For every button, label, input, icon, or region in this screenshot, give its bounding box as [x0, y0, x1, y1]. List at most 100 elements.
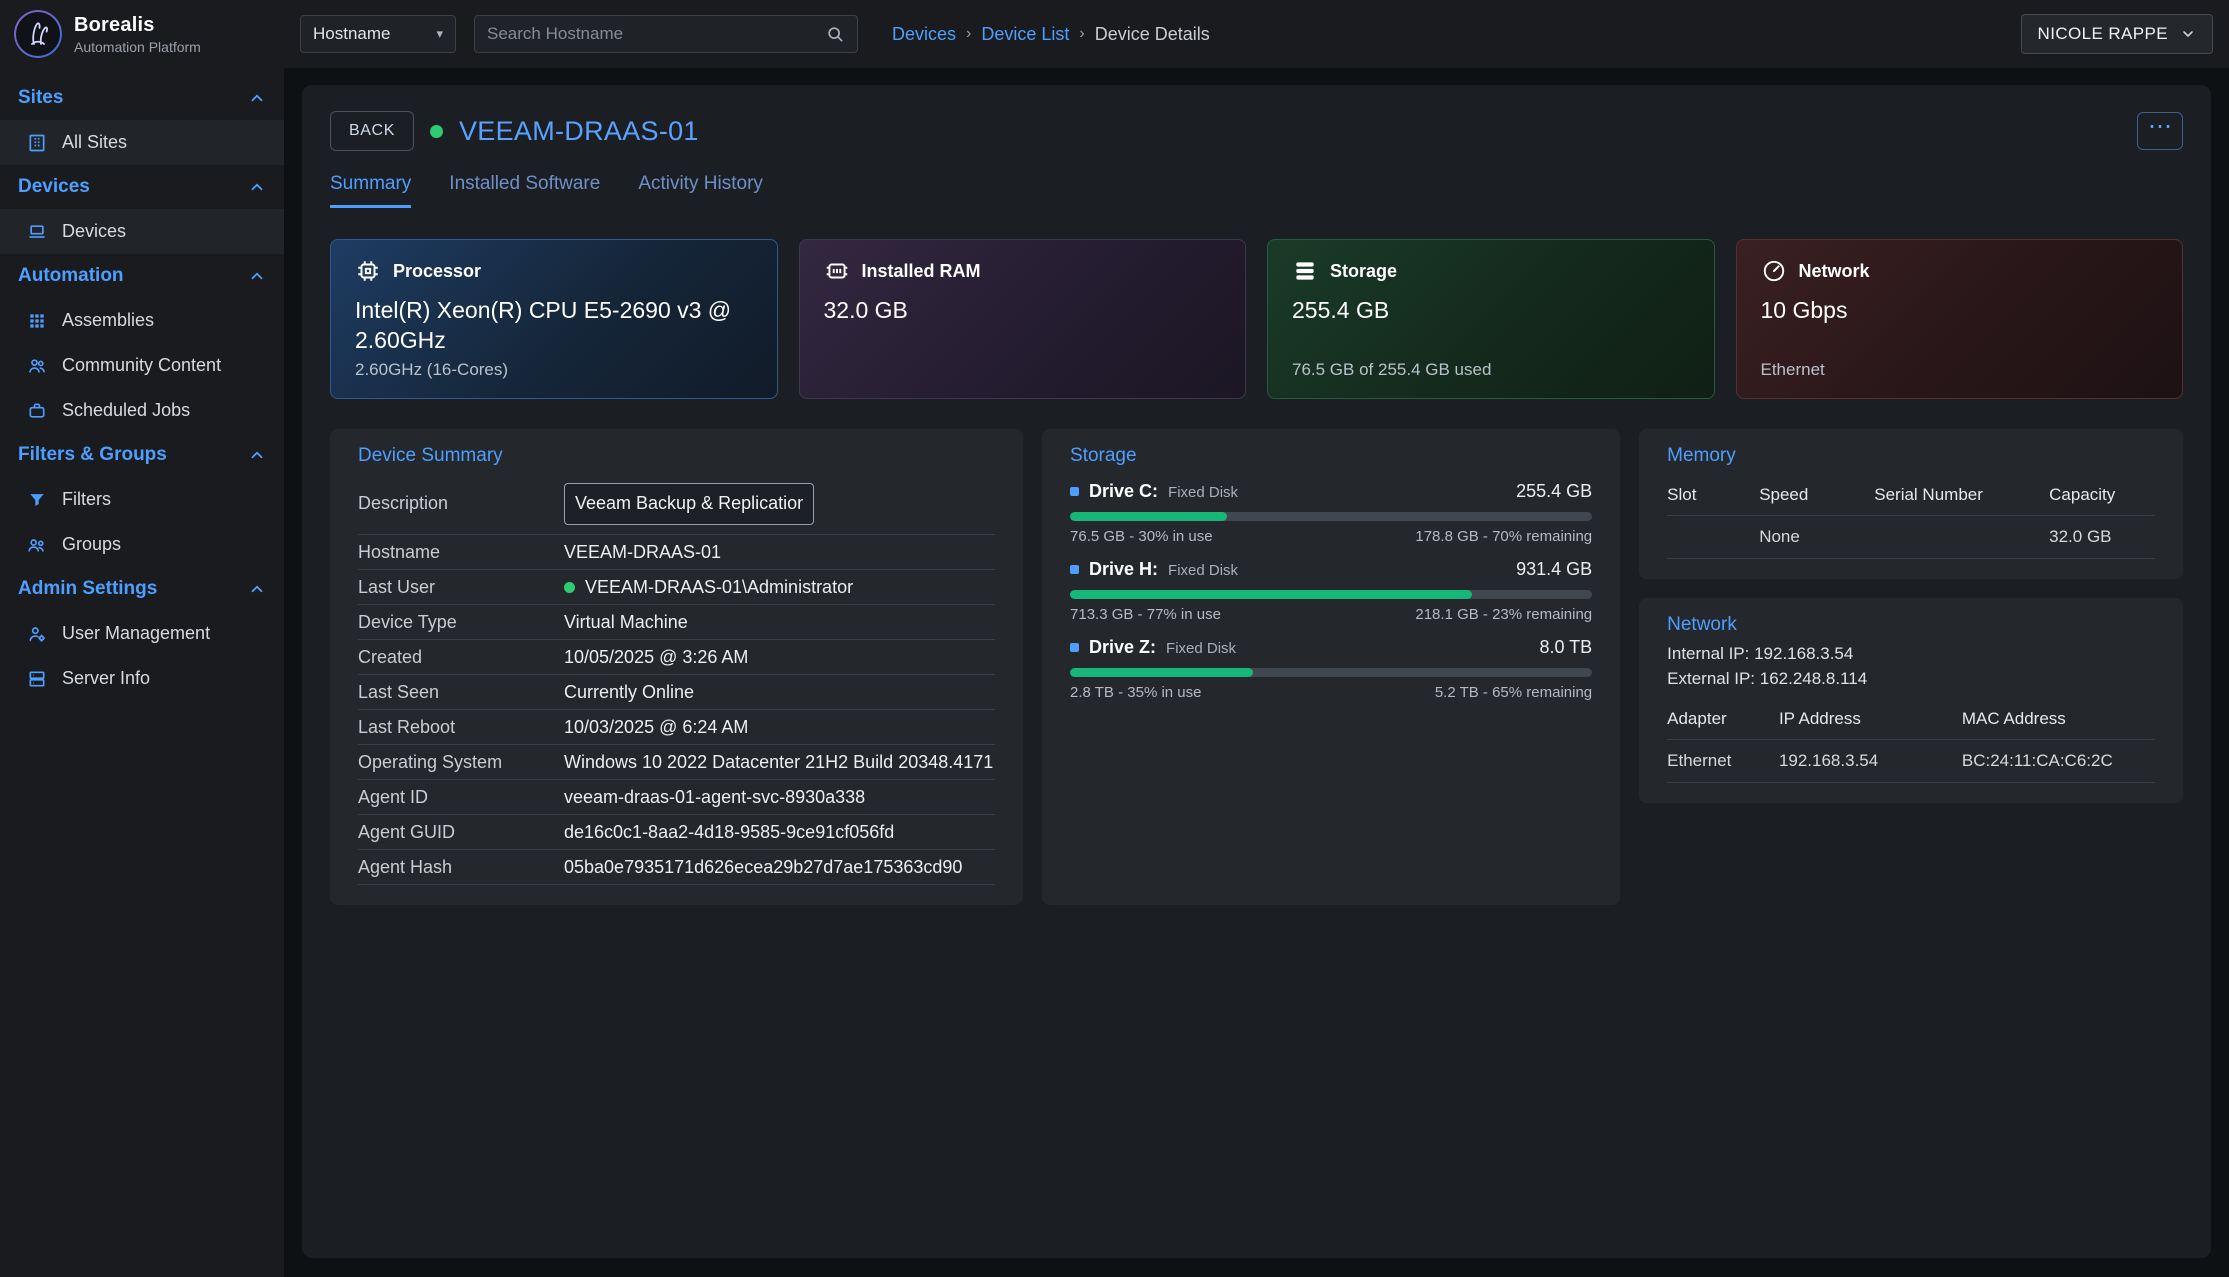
- summary-row-last-seen: Last Seen Currently Online: [358, 675, 995, 710]
- row-label: Hostname: [358, 542, 564, 563]
- row-label: Description: [358, 493, 564, 514]
- storage-panel: Storage Drive C: Fixed Disk 255.4 GB 76.…: [1042, 429, 1620, 905]
- table-cell: 192.168.3.54: [1779, 740, 1962, 783]
- user-gear-icon: [26, 624, 48, 644]
- stat-footer: 2.60GHz (16-Cores): [355, 360, 753, 380]
- detail-panels: Device Summary Description Hostname VEEA…: [330, 429, 2183, 905]
- column-header: Speed: [1759, 477, 1874, 516]
- tab-bar: Summary Installed Software Activity Hist…: [330, 173, 2183, 209]
- groups-icon: [26, 535, 48, 555]
- section-label: Devices: [18, 176, 90, 198]
- sidebar-item-label: Assemblies: [62, 310, 154, 331]
- grid-icon: [26, 311, 48, 331]
- drive-size: 931.4 GB: [1516, 559, 1592, 580]
- sidebar-item-groups[interactable]: Groups: [0, 522, 284, 567]
- briefcase-icon: [26, 401, 48, 421]
- row-value: 10/05/2025 @ 3:26 AM: [564, 647, 748, 668]
- drive-usage-bar: [1070, 668, 1592, 677]
- stat-footer: Ethernet: [1761, 360, 2159, 380]
- search-input[interactable]: [487, 24, 825, 44]
- stat-value: 32.0 GB: [824, 296, 1204, 326]
- drive-usage-bar: [1070, 590, 1592, 599]
- drive-usage-fill: [1070, 590, 1472, 599]
- stat-value: Intel(R) Xeon(R) CPU E5-2690 v3 @ 2.60GH…: [355, 296, 735, 356]
- more-options-button[interactable]: ⋯: [2137, 112, 2183, 150]
- stat-value: 255.4 GB: [1292, 296, 1672, 326]
- sidebar-item-label: Scheduled Jobs: [62, 400, 190, 421]
- sidebar-item-server-info[interactable]: Server Info: [0, 656, 284, 701]
- sidebar-section-admin-settings[interactable]: Admin Settings: [0, 567, 284, 611]
- device-details-container: BACK VEEAM-DRAAS-01 ⋯ Summary Installed …: [302, 85, 2211, 1258]
- user-name: NICOLE RAPPE: [2038, 24, 2168, 44]
- gauge-icon: [1761, 258, 1787, 284]
- people-icon: [26, 356, 48, 376]
- panel-title: Storage: [1070, 445, 1592, 467]
- storage-icon: [1292, 258, 1318, 284]
- row-value: VEEAM-DRAAS-01: [564, 542, 721, 563]
- drive-type: Fixed Disk: [1168, 562, 1238, 579]
- sidebar-section-filters-groups[interactable]: Filters & Groups: [0, 433, 284, 477]
- row-value: Windows 10 2022 Datacenter 21H2 Build 20…: [564, 752, 993, 773]
- breadcrumb-separator: ›: [1079, 25, 1084, 43]
- chevron-up-icon: [248, 446, 266, 464]
- sidebar-section-devices[interactable]: Devices: [0, 165, 284, 209]
- description-input[interactable]: [564, 483, 814, 525]
- breadcrumb: Devices › Device List › Device Details: [892, 24, 1210, 45]
- chevron-up-icon: [248, 89, 266, 107]
- sidebar-section-automation[interactable]: Automation: [0, 254, 284, 298]
- sidebar-item-assemblies[interactable]: Assemblies: [0, 298, 284, 343]
- content: BACK VEEAM-DRAAS-01 ⋯ Summary Installed …: [284, 68, 2229, 1277]
- tab-activity-history[interactable]: Activity History: [638, 173, 763, 208]
- breadcrumb-device-list[interactable]: Device List: [981, 24, 1069, 45]
- tab-installed-software[interactable]: Installed Software: [449, 173, 600, 208]
- funnel-icon: [26, 490, 48, 510]
- sidebar-item-filters[interactable]: Filters: [0, 477, 284, 522]
- drive-usage-fill: [1070, 512, 1227, 521]
- sidebar-item-scheduled-jobs[interactable]: Scheduled Jobs: [0, 388, 284, 433]
- summary-row-last-reboot: Last Reboot 10/03/2025 @ 6:24 AM: [358, 710, 995, 745]
- network-table: Adapter IP Address MAC Address Ethernet …: [1667, 701, 2155, 783]
- cpu-icon: [355, 258, 381, 284]
- breadcrumb-devices[interactable]: Devices: [892, 24, 956, 45]
- row-label: Operating System: [358, 752, 564, 773]
- sidebar-section-sites[interactable]: Sites: [0, 76, 284, 120]
- column-header: Adapter: [1667, 701, 1779, 740]
- drive-size: 8.0 TB: [1539, 637, 1592, 658]
- sidebar-item-user-management[interactable]: User Management: [0, 611, 284, 656]
- panel-title: Memory: [1667, 445, 2155, 467]
- chevron-up-icon: [248, 267, 266, 285]
- summary-row-agent-id: Agent ID veeam-draas-01-agent-svc-8930a3…: [358, 780, 995, 815]
- row-value: VEEAM-DRAAS-01\Administrator: [585, 577, 853, 598]
- sidebar-item-all-sites[interactable]: All Sites: [0, 120, 284, 165]
- topbar: Hostname ▾ Devices › Device List › Devic…: [284, 0, 2229, 68]
- stat-title: Network: [1799, 261, 1870, 282]
- column-header: IP Address: [1779, 701, 1962, 740]
- internal-ip: Internal IP: 192.168.3.54: [1667, 642, 2155, 667]
- row-label: Created: [358, 647, 564, 668]
- column-header: Capacity: [2049, 477, 2155, 516]
- stat-value: 10 Gbps: [1761, 296, 2141, 326]
- drive-size: 255.4 GB: [1516, 481, 1592, 502]
- panel-title: Device Summary: [358, 445, 995, 467]
- drive-row-c: Drive C: Fixed Disk 255.4 GB 76.5 GB - 3…: [1070, 481, 1592, 545]
- chevron-up-icon: [248, 178, 266, 196]
- memory-panel: Memory Slot Speed Serial Number Capacity…: [1639, 429, 2183, 579]
- app-root: Borealis Automation Platform Sites All S…: [0, 0, 2229, 1277]
- drive-bullet-icon: [1070, 565, 1079, 574]
- page-title: VEEAM-DRAAS-01: [459, 116, 699, 147]
- row-label: Agent GUID: [358, 822, 564, 843]
- brand-subtitle: Automation Platform: [74, 39, 201, 55]
- sidebar-item-label: All Sites: [62, 132, 127, 153]
- sidebar-item-community-content[interactable]: Community Content: [0, 343, 284, 388]
- sidebar-item-label: Devices: [62, 221, 126, 242]
- drive-used-text: 2.8 TB - 35% in use: [1070, 684, 1201, 701]
- search-icon[interactable]: [825, 24, 845, 44]
- drive-row-h: Drive H: Fixed Disk 931.4 GB 713.3 GB - …: [1070, 559, 1592, 623]
- hostname-filter-select[interactable]: Hostname ▾: [300, 15, 456, 53]
- tab-summary[interactable]: Summary: [330, 173, 411, 208]
- stat-card-processor: Processor Intel(R) Xeon(R) CPU E5-2690 v…: [330, 239, 778, 399]
- back-button[interactable]: BACK: [330, 111, 414, 151]
- column-header: Slot: [1667, 477, 1759, 516]
- sidebar-item-devices[interactable]: Devices: [0, 209, 284, 254]
- user-menu-button[interactable]: NICOLE RAPPE: [2021, 14, 2213, 54]
